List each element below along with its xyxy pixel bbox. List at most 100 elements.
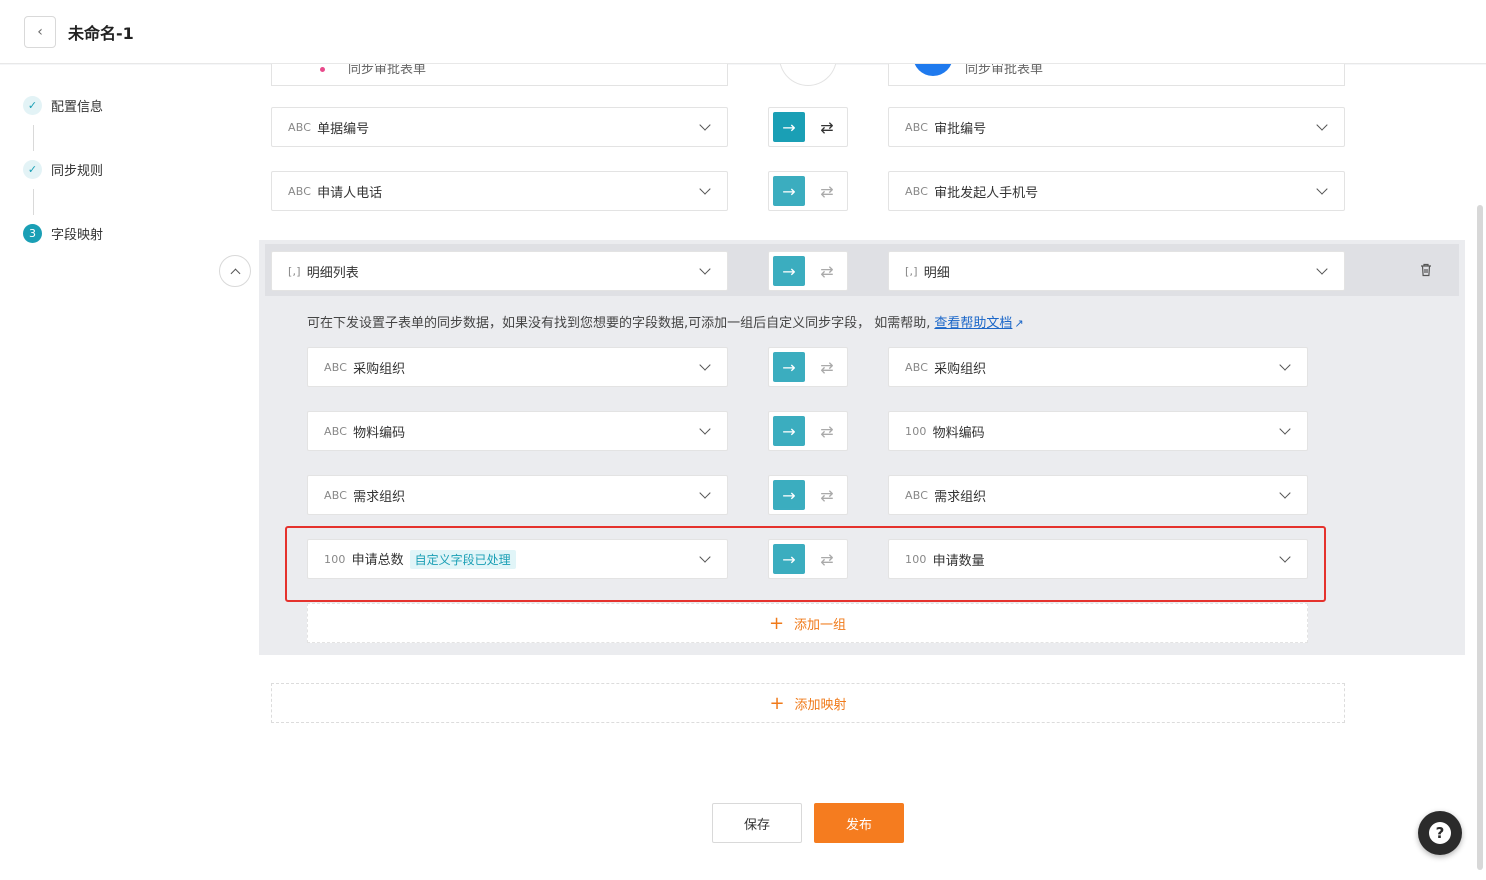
help-doc-link[interactable]: 查看帮助文档 <box>934 316 1012 331</box>
sub-source-field-select[interactable]: ABC 采购组织 <box>307 347 728 387</box>
external-link-icon: ↗ <box>1014 317 1024 330</box>
check-icon: ✓ <box>23 160 42 179</box>
step-label: 同步规则 <box>51 164 104 179</box>
text-type-icon: ABC <box>324 360 348 374</box>
chevron-down-icon <box>699 262 711 275</box>
question-icon: ? <box>1429 822 1451 844</box>
text-type-icon: ABC <box>288 120 312 134</box>
swap-icon[interactable]: ⇄ <box>809 422 845 441</box>
check-icon: ✓ <box>23 96 42 115</box>
direction-control: → ⇄ <box>768 475 848 515</box>
arrow-right-icon[interactable]: → <box>773 176 805 206</box>
trash-icon[interactable] <box>1418 262 1434 278</box>
swap-icon[interactable]: ⇄ <box>809 262 845 281</box>
field-name: 需求组织 <box>353 489 406 505</box>
step-label: 字段映射 <box>51 228 104 243</box>
swap-icon[interactable]: ⇄ <box>809 358 845 377</box>
step-sync-rules[interactable]: ✓ 同步规则 <box>23 160 103 179</box>
arrow-right-icon[interactable]: → <box>773 256 805 286</box>
vertical-scrollbar[interactable] <box>1477 205 1483 870</box>
plus-icon: + <box>769 692 785 714</box>
text-type-icon: ABC <box>324 424 348 438</box>
field-name: 采购组织 <box>353 361 406 377</box>
chevron-down-icon <box>699 182 711 195</box>
chevron-down-icon <box>1316 182 1328 195</box>
arrow-right-icon[interactable]: → <box>773 352 805 382</box>
source-field-select[interactable]: ABC 单据编号 <box>271 107 728 147</box>
save-button[interactable]: 保存 <box>712 803 802 843</box>
chevron-down-icon <box>699 358 711 371</box>
text-type-icon: ABC <box>324 488 348 502</box>
sub-target-field-select[interactable]: 100 物料编码 <box>888 411 1308 451</box>
publish-button[interactable]: 发布 <box>814 803 904 843</box>
arrow-right-icon[interactable]: → <box>773 480 805 510</box>
chevron-down-icon <box>699 486 711 499</box>
add-mapping-button[interactable]: + 添加映射 <box>271 683 1345 723</box>
collapse-button[interactable] <box>219 255 251 287</box>
target-list-select[interactable]: [,] 明细 <box>888 251 1345 291</box>
add-mapping-label: 添加映射 <box>794 697 847 713</box>
sub-source-field-select[interactable]: ABC 需求组织 <box>307 475 728 515</box>
chevron-down-icon <box>1279 486 1291 499</box>
subform-hint: 可在下发设置子表单的同步数据，如果没有找到您想要的字段数据,可添加一组后自定义同… <box>307 312 1024 331</box>
step-config-info[interactable]: ✓ 配置信息 <box>23 96 103 115</box>
target-field-select[interactable]: ABC 审批发起人手机号 <box>888 171 1345 211</box>
step-connector <box>33 189 34 215</box>
chevron-down-icon <box>1279 358 1291 371</box>
field-name: 单据编号 <box>317 121 370 137</box>
direction-control: → ⇄ <box>768 107 848 147</box>
chevron-down-icon <box>699 422 711 435</box>
help-button[interactable]: ? <box>1418 811 1462 855</box>
direction-control: → ⇄ <box>768 347 848 387</box>
text-type-icon: ABC <box>905 360 929 374</box>
sub-target-field-select[interactable]: ABC 需求组织 <box>888 475 1308 515</box>
sub-target-field-select[interactable]: ABC 采购组织 <box>888 347 1308 387</box>
step-label: 配置信息 <box>51 100 104 115</box>
step-field-mapping[interactable]: 3 字段映射 <box>23 224 103 243</box>
swap-icon[interactable]: ⇄ <box>809 182 845 201</box>
top-header: ‹ 未命名-1 <box>0 0 1486 64</box>
target-field-select[interactable]: ABC 审批编号 <box>888 107 1345 147</box>
field-name: 物料编码 <box>932 425 985 441</box>
direction-control: → ⇄ <box>768 171 848 211</box>
chevron-down-icon <box>1316 262 1328 275</box>
field-name: 需求组织 <box>934 489 987 505</box>
field-name: 审批发起人手机号 <box>934 185 1039 201</box>
chevron-up-icon <box>230 268 240 278</box>
step-number: 3 <box>23 224 42 243</box>
text-type-icon: ABC <box>905 488 929 502</box>
chevron-down-icon <box>1316 118 1328 131</box>
field-name: 明细 <box>923 265 950 281</box>
chevron-left-icon: ‹ <box>37 23 43 40</box>
field-name: 审批编号 <box>934 121 987 137</box>
add-group-label: 添加一组 <box>794 617 847 633</box>
field-name: 物料编码 <box>353 425 406 441</box>
source-field-select[interactable]: ABC 申请人电话 <box>271 171 728 211</box>
chevron-down-icon <box>1279 422 1291 435</box>
arrow-right-icon[interactable]: → <box>773 416 805 446</box>
step-sidebar <box>0 65 130 880</box>
arrow-right-icon[interactable]: → <box>773 112 805 142</box>
step-connector <box>33 125 34 151</box>
direction-control: → ⇄ <box>768 411 848 451</box>
text-type-icon: ABC <box>905 120 929 134</box>
page-title: 未命名-1 <box>68 23 134 43</box>
text-type-icon: ABC <box>288 184 312 198</box>
text-type-icon: ABC <box>905 184 929 198</box>
swap-icon[interactable]: ⇄ <box>809 118 845 137</box>
highlight-box <box>285 526 1326 602</box>
direction-control: → ⇄ <box>768 251 848 291</box>
add-group-button[interactable]: + 添加一组 <box>307 603 1308 643</box>
source-list-select[interactable]: [,] 明细列表 <box>271 251 728 291</box>
field-name: 申请人电话 <box>317 185 383 201</box>
chevron-down-icon <box>699 118 711 131</box>
app-logo-icon <box>320 67 325 72</box>
array-type-icon: [,] <box>905 264 918 278</box>
field-name: 采购组织 <box>934 361 987 377</box>
sub-source-field-select[interactable]: ABC 物料编码 <box>307 411 728 451</box>
plus-icon: + <box>768 612 785 634</box>
swap-icon[interactable]: ⇄ <box>809 486 845 505</box>
field-name: 明细列表 <box>306 265 359 281</box>
back-button[interactable]: ‹ <box>24 15 56 48</box>
hint-text: 可在下发设置子表单的同步数据，如果没有找到您想要的字段数据,可添加一组后自定义同… <box>307 316 931 331</box>
